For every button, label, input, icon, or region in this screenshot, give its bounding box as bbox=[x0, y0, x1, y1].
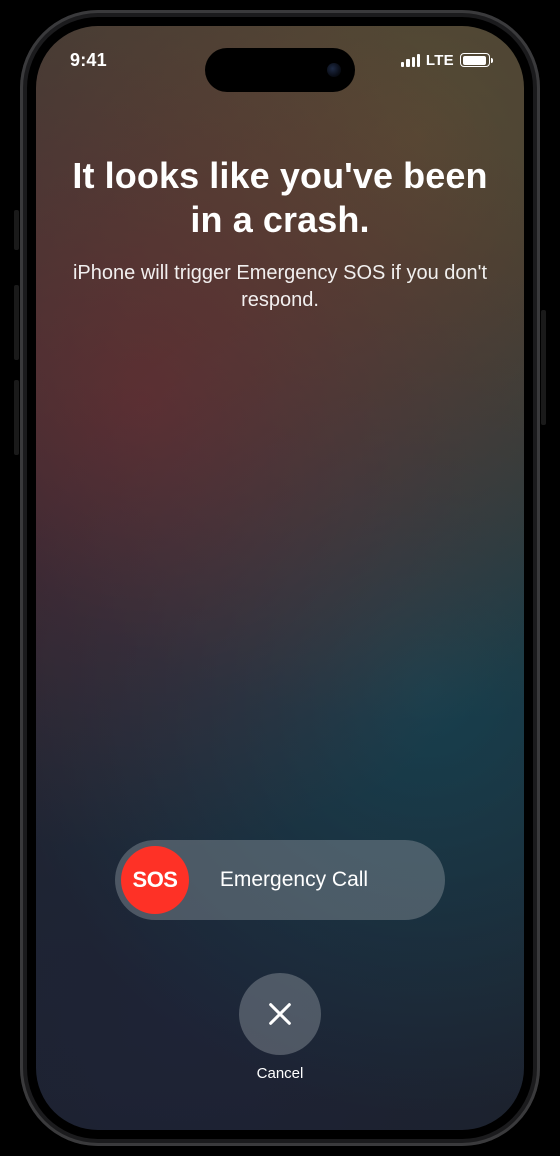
ringer-switch bbox=[14, 210, 19, 250]
screen: 9:41 LTE It looks like you've been in a … bbox=[36, 26, 524, 1130]
cancel-button[interactable] bbox=[239, 973, 321, 1055]
volume-up-button bbox=[14, 285, 19, 360]
cancel-label: Cancel bbox=[257, 1065, 304, 1082]
sos-slider-knob[interactable]: SOS bbox=[121, 846, 189, 914]
network-type-label: LTE bbox=[426, 52, 454, 69]
status-time: 9:41 bbox=[70, 50, 107, 71]
cellular-signal-icon bbox=[401, 54, 420, 67]
volume-down-button bbox=[14, 380, 19, 455]
phone-frame: 9:41 LTE It looks like you've been in a … bbox=[20, 10, 540, 1146]
cancel-group: Cancel bbox=[239, 973, 321, 1082]
emergency-call-slider-wrap: SOS Emergency Call bbox=[115, 840, 445, 920]
alert-subtitle: iPhone will trigger Emergency SOS if you… bbox=[66, 260, 494, 314]
status-right: LTE bbox=[401, 52, 490, 69]
battery-icon bbox=[460, 53, 490, 67]
side-button bbox=[541, 310, 546, 425]
emergency-call-slider[interactable]: SOS Emergency Call bbox=[115, 840, 445, 920]
slider-label: Emergency Call bbox=[189, 868, 439, 892]
alert-headline: It looks like you've been in a crash. bbox=[66, 154, 494, 242]
status-bar: 9:41 LTE bbox=[36, 26, 524, 94]
close-icon bbox=[266, 1000, 294, 1028]
